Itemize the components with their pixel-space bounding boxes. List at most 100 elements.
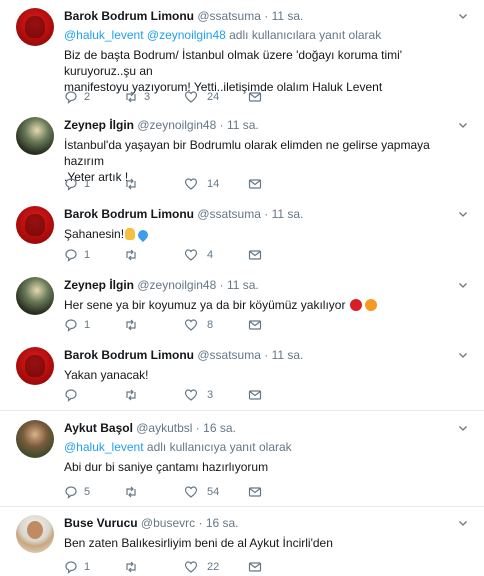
chevron-down-icon[interactable] (458, 422, 468, 432)
direct-message-button[interactable] (248, 247, 308, 263)
tweet[interactable]: Zeynep İlgin @zeynoilgin48 · 11 sa. İsta… (0, 117, 484, 197)
separator-dot: · (195, 421, 200, 435)
chevron-down-icon[interactable] (458, 517, 468, 527)
retweet-button[interactable] (124, 559, 184, 575)
user-handle[interactable]: @ssatsuma (197, 348, 261, 362)
envelope-icon (248, 560, 262, 574)
tweet-actions: 5 54 (64, 484, 308, 500)
user-handle[interactable]: @aykutbsl (136, 421, 192, 435)
chevron-down-icon[interactable] (458, 349, 468, 359)
tweet-text-line: Her sene ya bir koyumuz ya da bir köyümü… (64, 298, 346, 312)
retweet-button[interactable] (124, 317, 184, 333)
retweet-button[interactable] (124, 484, 184, 500)
user-handle[interactable]: @ssatsuma (197, 207, 261, 221)
like-count: 8 (207, 319, 214, 331)
retweet-button[interactable] (124, 247, 184, 263)
chevron-down-icon[interactable] (458, 279, 468, 289)
envelope-icon (248, 388, 262, 402)
reply-button[interactable]: 5 (64, 484, 124, 500)
reply-icon (64, 318, 78, 332)
avatar[interactable] (16, 515, 54, 553)
user-handle[interactable]: @busevrc (141, 516, 195, 530)
tweet[interactable]: Barok Bodrum Limonu @ssatsuma · 11 sa. Y… (0, 347, 484, 407)
direct-message-button[interactable] (248, 559, 308, 575)
user-handle[interactable]: @zeynoilgin48 (137, 278, 216, 292)
avatar[interactable] (16, 206, 54, 244)
display-name[interactable]: Zeynep İlgin (64, 278, 134, 292)
like-button[interactable]: 24 (184, 89, 248, 105)
retweet-icon (124, 388, 138, 402)
timestamp[interactable]: 16 sa. (206, 516, 239, 530)
display-name[interactable]: Buse Vurucu (64, 516, 138, 530)
display-name[interactable]: Zeynep İlgin (64, 118, 134, 132)
display-name[interactable]: Aykut Başol (64, 421, 133, 435)
display-name[interactable]: Barok Bodrum Limonu (64, 348, 194, 362)
direct-message-button[interactable] (248, 89, 308, 105)
tweet[interactable]: Zeynep İlgin @zeynoilgin48 · 11 sa. Her … (0, 277, 484, 337)
reply-icon (64, 388, 78, 402)
reply-context-text: adlı kullanıcıya yanıt olarak (143, 440, 292, 454)
like-button[interactable]: 22 (184, 559, 248, 575)
direct-message-button[interactable] (248, 176, 308, 192)
avatar[interactable] (16, 277, 54, 315)
tweet-actions: 1 22 (64, 559, 308, 575)
retweet-button[interactable] (124, 387, 184, 403)
reply-button[interactable]: 1 (64, 559, 124, 575)
direct-message-button[interactable] (248, 317, 308, 333)
timestamp[interactable]: 11 sa. (227, 278, 259, 292)
display-name[interactable]: Barok Bodrum Limonu (64, 207, 194, 221)
tweet-text-line: Biz de başta Bodrum/ İstanbul olmak üzer… (64, 48, 403, 78)
tweet-header: Aykut Başol @aykutbsl · 16 sa. (64, 420, 472, 436)
reply-button[interactable]: 1 (64, 176, 124, 192)
tweet[interactable]: Buse Vurucu @busevrc · 16 sa. Ben zaten … (0, 506, 484, 576)
reply-mention-link[interactable]: @haluk_levent @zeynoilgin48 (64, 28, 226, 42)
separator-dot: · (264, 9, 269, 23)
reply-button[interactable]: 1 (64, 317, 124, 333)
reply-button[interactable]: 2 (64, 89, 124, 105)
avatar[interactable] (16, 117, 54, 155)
retweet-button[interactable]: 3 (124, 89, 184, 105)
timestamp[interactable]: 11 sa. (272, 348, 304, 362)
like-button[interactable]: 3 (184, 387, 248, 403)
heart-icon (184, 90, 198, 104)
avatar[interactable] (16, 347, 54, 385)
tweet[interactable]: Barok Bodrum Limonu @ssatsuma · 11 sa. @… (0, 8, 484, 108)
tweet-actions: 1 8 (64, 317, 308, 333)
direct-message-button[interactable] (248, 387, 308, 403)
tweet-text: Abi dur bi saniye çantamı hazırlıyorum (64, 459, 472, 475)
like-button[interactable]: 4 (184, 247, 248, 263)
like-button[interactable]: 14 (184, 176, 248, 192)
chevron-down-icon[interactable] (458, 119, 468, 129)
envelope-icon (248, 485, 262, 499)
chevron-down-icon[interactable] (458, 10, 468, 20)
tweet[interactable]: Aykut Başol @aykutbsl · 16 sa. @haluk_le… (0, 410, 484, 506)
like-count: 3 (207, 389, 214, 401)
timestamp[interactable]: 11 sa. (227, 118, 259, 132)
reply-mention-link[interactable]: @haluk_levent (64, 440, 144, 454)
heart-icon (184, 485, 198, 499)
tweet[interactable]: Barok Bodrum Limonu @ssatsuma · 11 sa. Ş… (0, 206, 484, 266)
like-button[interactable]: 54 (184, 484, 248, 500)
retweet-button[interactable] (124, 176, 184, 192)
like-button[interactable]: 8 (184, 317, 248, 333)
reply-button[interactable] (64, 387, 124, 403)
avatar[interactable] (16, 8, 54, 46)
user-handle[interactable]: @zeynoilgin48 (137, 118, 216, 132)
reply-button[interactable]: 1 (64, 247, 124, 263)
envelope-icon (248, 177, 262, 191)
chevron-down-icon[interactable] (458, 208, 468, 218)
heart-icon (184, 560, 198, 574)
tweet-text-line: Yakan yanacak! (64, 368, 149, 382)
tweet-text-line: Abi dur bi saniye çantamı hazırlıyorum (64, 460, 269, 474)
timestamp[interactable]: 11 sa. (272, 9, 304, 23)
direct-message-button[interactable] (248, 484, 308, 500)
timestamp[interactable]: 11 sa. (272, 207, 304, 221)
display-name[interactable]: Barok Bodrum Limonu (64, 9, 194, 23)
timestamp[interactable]: 16 sa. (203, 421, 236, 435)
user-handle[interactable]: @ssatsuma (197, 9, 261, 23)
avatar[interactable] (16, 420, 54, 458)
like-count: 24 (207, 91, 220, 103)
separator-dot: · (264, 348, 269, 362)
reply-icon (64, 177, 78, 191)
separator-dot: · (219, 118, 224, 132)
